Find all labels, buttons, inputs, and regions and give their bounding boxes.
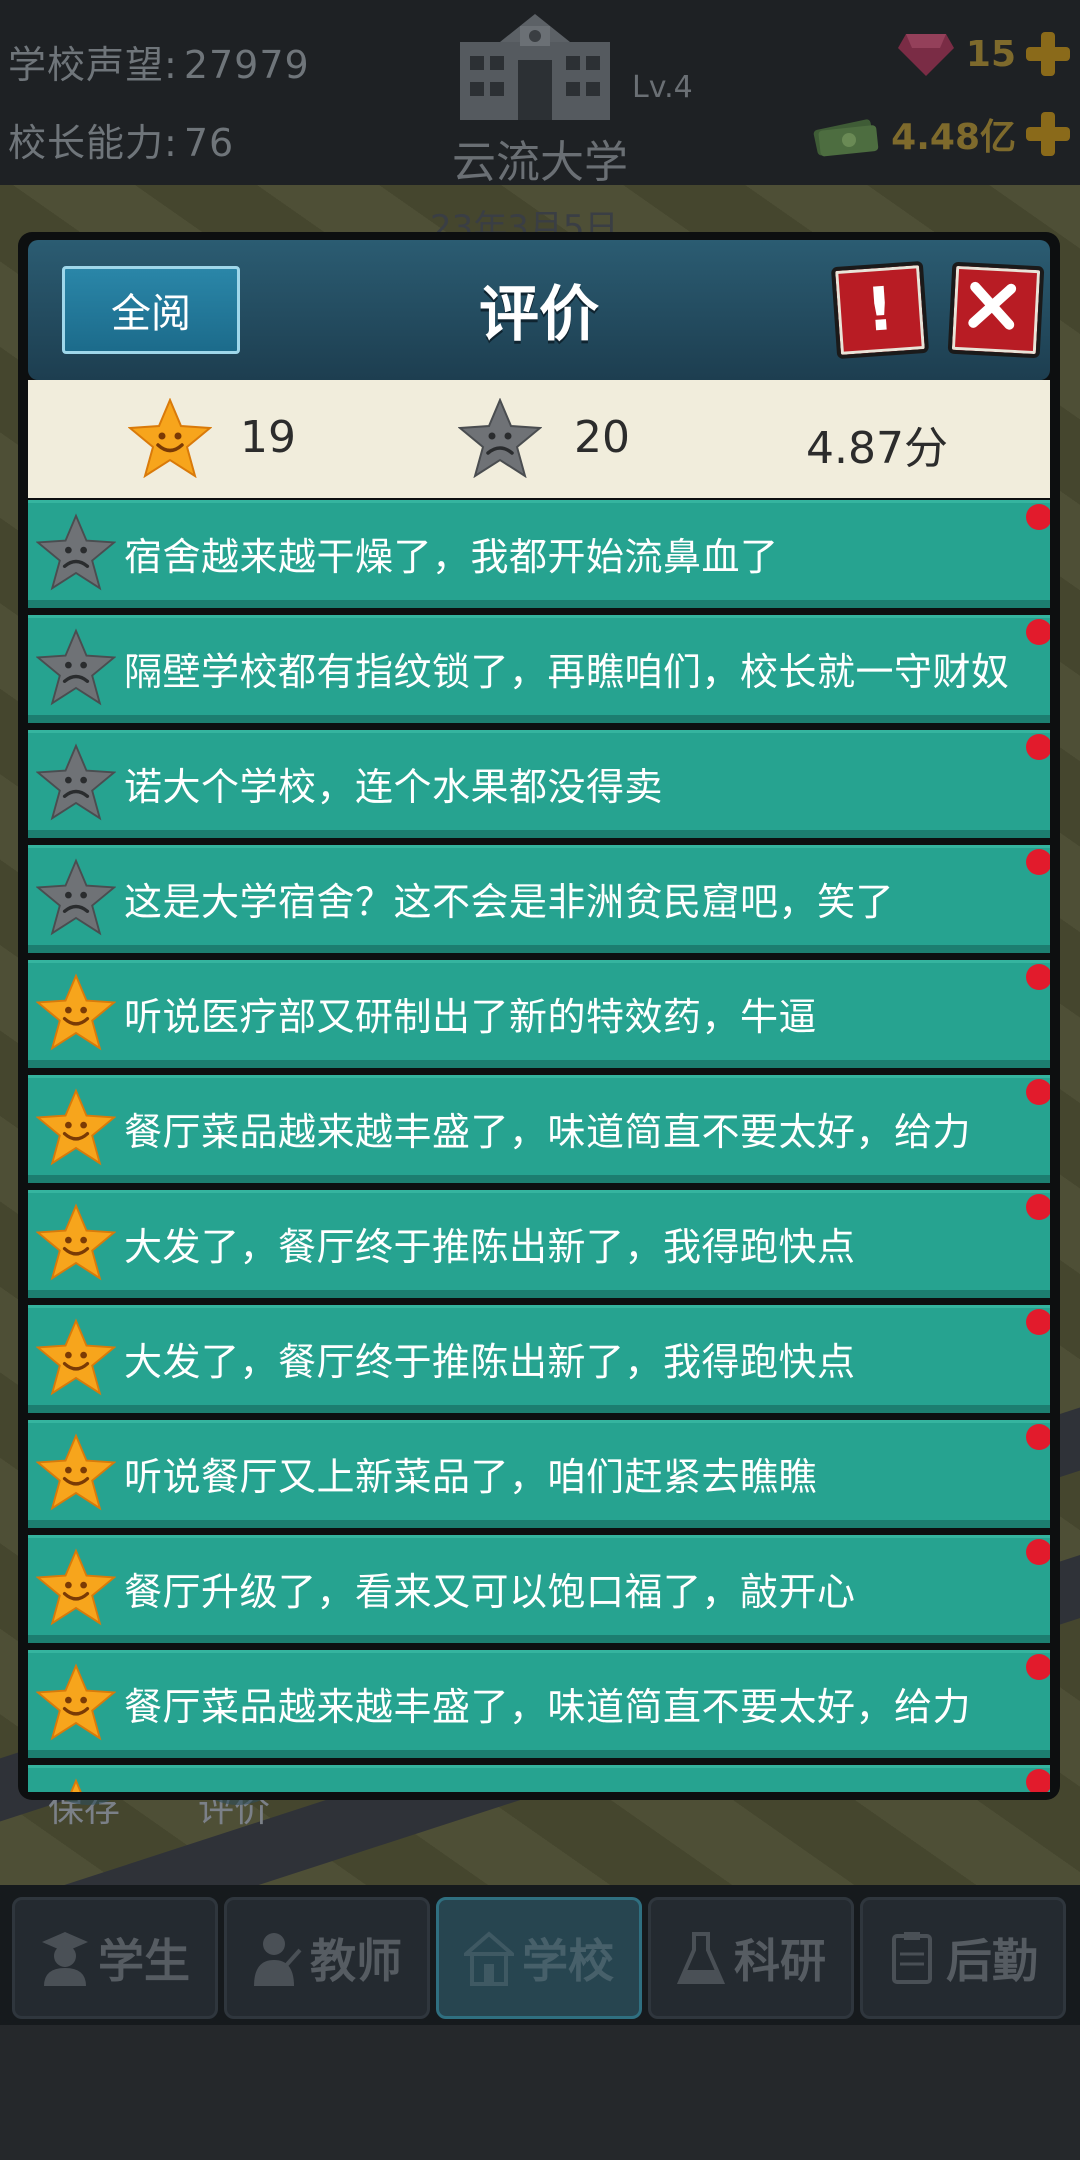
principal-ability: 校长能力: 76 <box>8 112 234 167</box>
system-nav-area <box>0 2025 1080 2160</box>
good-review-count: 19 <box>240 412 296 463</box>
nav-school[interactable]: 学校 <box>436 1897 642 2019</box>
review-text: 诺大个学校，连个水果都没得卖 <box>124 765 664 809</box>
review-text: 这是大学宿舍？这不会是非洲贫民窟吧，笑了 <box>124 880 895 924</box>
happy-star-icon <box>36 1433 116 1511</box>
top-status-bar: 学校声望: 27979 校长能力: 76 Lv.4 云流大学 15 4.48亿 <box>0 0 1080 188</box>
prestige-label: 学校声望: <box>8 43 178 87</box>
review-row[interactable]: 餐厅升级了，看来又可以饱口福了，敲开心 <box>28 1535 1050 1643</box>
school-info[interactable]: Lv.4 云流大学 <box>430 8 693 188</box>
review-text: 大发了，餐厅终于推陈出新了，我得跑快点 <box>124 1225 856 1269</box>
review-text: 宿舍越来越干燥了，我都开始流鼻血了 <box>124 535 779 579</box>
unread-dot <box>1026 1079 1050 1105</box>
happy-star-icon <box>36 973 116 1051</box>
unread-dot <box>1026 1769 1050 1792</box>
ability-value: 76 <box>183 121 235 165</box>
review-text: 听说餐厅又上新菜品了，咱们赶紧去瞧瞧 <box>124 1455 818 1499</box>
rating-summary: 19 20 4.87分 <box>28 380 1050 498</box>
happy-star-icon <box>36 1203 116 1281</box>
review-row[interactable]: 诺大个学校，连个水果都没得卖 <box>28 730 1050 838</box>
review-row[interactable]: 宿舍越来越干燥了，我都开始流鼻血了 <box>28 500 1050 608</box>
student-icon <box>42 1932 88 1986</box>
happy-star-icon <box>36 1548 116 1626</box>
school-name: 云流大学 <box>452 137 628 188</box>
review-text: 隔壁学校都有指纹锁了，再瞧咱们，校长就一守财奴 <box>124 650 1010 694</box>
unread-dot <box>1026 1654 1050 1680</box>
money-value: 4.48亿 <box>891 117 1016 158</box>
unread-dot <box>1026 849 1050 875</box>
nav-logistics[interactable]: 后勤 <box>860 1897 1066 2019</box>
school-prestige: 学校声望: 27979 <box>8 34 310 89</box>
sad-star-icon <box>36 628 116 706</box>
cash-icon <box>813 119 879 157</box>
review-row[interactable]: 餐厅菜品越来越丰盛了，味道简直不要太好，给力 <box>28 1075 1050 1183</box>
gem-icon <box>897 34 954 76</box>
review-text: 大发了，餐厅终于推陈出新了，我得跑快点 <box>124 1340 856 1384</box>
review-row[interactable]: 餐厅菜品越来越丰盛了，味道简直不要太好，给力 <box>28 1650 1050 1758</box>
sad-star-icon <box>36 743 116 821</box>
ability-label: 校长能力: <box>8 121 178 165</box>
alert-button[interactable]: ! <box>830 260 930 360</box>
review-row[interactable]: 大发了，餐厅终于推陈出新了，我得跑快点 <box>28 1305 1050 1413</box>
unread-dot <box>1026 1539 1050 1565</box>
nav-research[interactable]: 科研 <box>648 1897 854 2019</box>
review-row[interactable]: 听说餐厅又上新菜品了，咱们赶紧去瞧瞧 <box>28 1420 1050 1528</box>
bottom-navigation: 学生 教师 学校 科研 后勤 <box>0 1885 1080 2025</box>
nav-teachers-label: 教师 <box>310 1934 402 1988</box>
review-text: 餐厅升级了，看来又可以饱口福了，敲开心 <box>124 1570 856 1614</box>
add-money-icon[interactable] <box>1026 112 1070 156</box>
prestige-value: 27979 <box>183 43 310 87</box>
review-row[interactable]: 这是大学宿舍？这不会是非洲贫民窟吧，笑了 <box>28 845 1050 953</box>
sad-star-icon <box>36 513 116 591</box>
unread-dot <box>1026 964 1050 990</box>
happy-star-icon <box>36 1088 116 1166</box>
teacher-icon <box>254 1933 302 1986</box>
unread-dot <box>1026 734 1050 760</box>
review-row[interactable]: 大发了，餐厅终于推陈出新了，我得跑快点 <box>28 1190 1050 1298</box>
bad-review-count: 20 <box>574 412 630 463</box>
review-row[interactable] <box>28 1765 1050 1792</box>
add-gems-icon[interactable] <box>1026 32 1070 76</box>
review-text: 餐厅菜品越来越丰盛了，味道简直不要太好，给力 <box>124 1110 972 1154</box>
gems-value: 15 <box>965 33 1016 75</box>
nav-school-label: 学校 <box>522 1934 614 1988</box>
unread-dot <box>1026 1309 1050 1335</box>
dialog-header: 全阅 评价 ! <box>28 240 1050 380</box>
unread-dot <box>1026 504 1050 530</box>
happy-star-icon <box>36 1663 116 1741</box>
exclamation-icon: ! <box>863 274 897 346</box>
nav-teachers[interactable]: 教师 <box>224 1897 430 2019</box>
review-row[interactable]: 隔壁学校都有指纹锁了，再瞧咱们，校长就一守财奴 <box>28 615 1050 723</box>
school-icon <box>464 1931 514 1986</box>
nav-students-label: 学生 <box>98 1934 190 1988</box>
review-list[interactable]: 宿舍越来越干燥了，我都开始流鼻血了隔壁学校都有指纹锁了，再瞧咱们，校长就一守财奴… <box>28 500 1050 1792</box>
unread-dot <box>1026 619 1050 645</box>
gems-counter: 15 <box>896 30 1070 78</box>
close-button[interactable] <box>947 261 1045 359</box>
nav-students[interactable]: 学生 <box>12 1897 218 2019</box>
happy-star-icon <box>128 398 212 478</box>
review-dialog: 全阅 评价 ! 19 20 4.87分 宿舍越来越干燥了，我都开始流鼻血了隔壁学… <box>18 232 1060 1800</box>
close-icon <box>968 281 1017 330</box>
school-level: Lv.4 <box>632 70 693 105</box>
happy-star-icon <box>70 1778 82 1792</box>
money-counter: 4.48亿 <box>811 108 1070 160</box>
average-score: 4.87分 <box>806 423 948 474</box>
unread-dot <box>1026 1424 1050 1450</box>
review-text: 听说医疗部又研制出了新的特效药，牛逼 <box>124 995 818 1039</box>
sad-star-icon <box>458 398 542 478</box>
nav-research-label: 科研 <box>734 1934 826 1988</box>
nav-logistics-label: 后勤 <box>946 1934 1038 1988</box>
happy-star-icon <box>36 1318 116 1396</box>
clipboard-icon <box>892 1932 932 1984</box>
unread-dot <box>1026 1194 1050 1220</box>
review-row[interactable]: 听说医疗部又研制出了新的特效药，牛逼 <box>28 960 1050 1068</box>
sad-star-icon <box>36 858 116 936</box>
school-building-icon <box>460 14 610 120</box>
flask-icon <box>676 1932 726 1984</box>
review-text: 餐厅菜品越来越丰盛了，味道简直不要太好，给力 <box>124 1685 972 1729</box>
